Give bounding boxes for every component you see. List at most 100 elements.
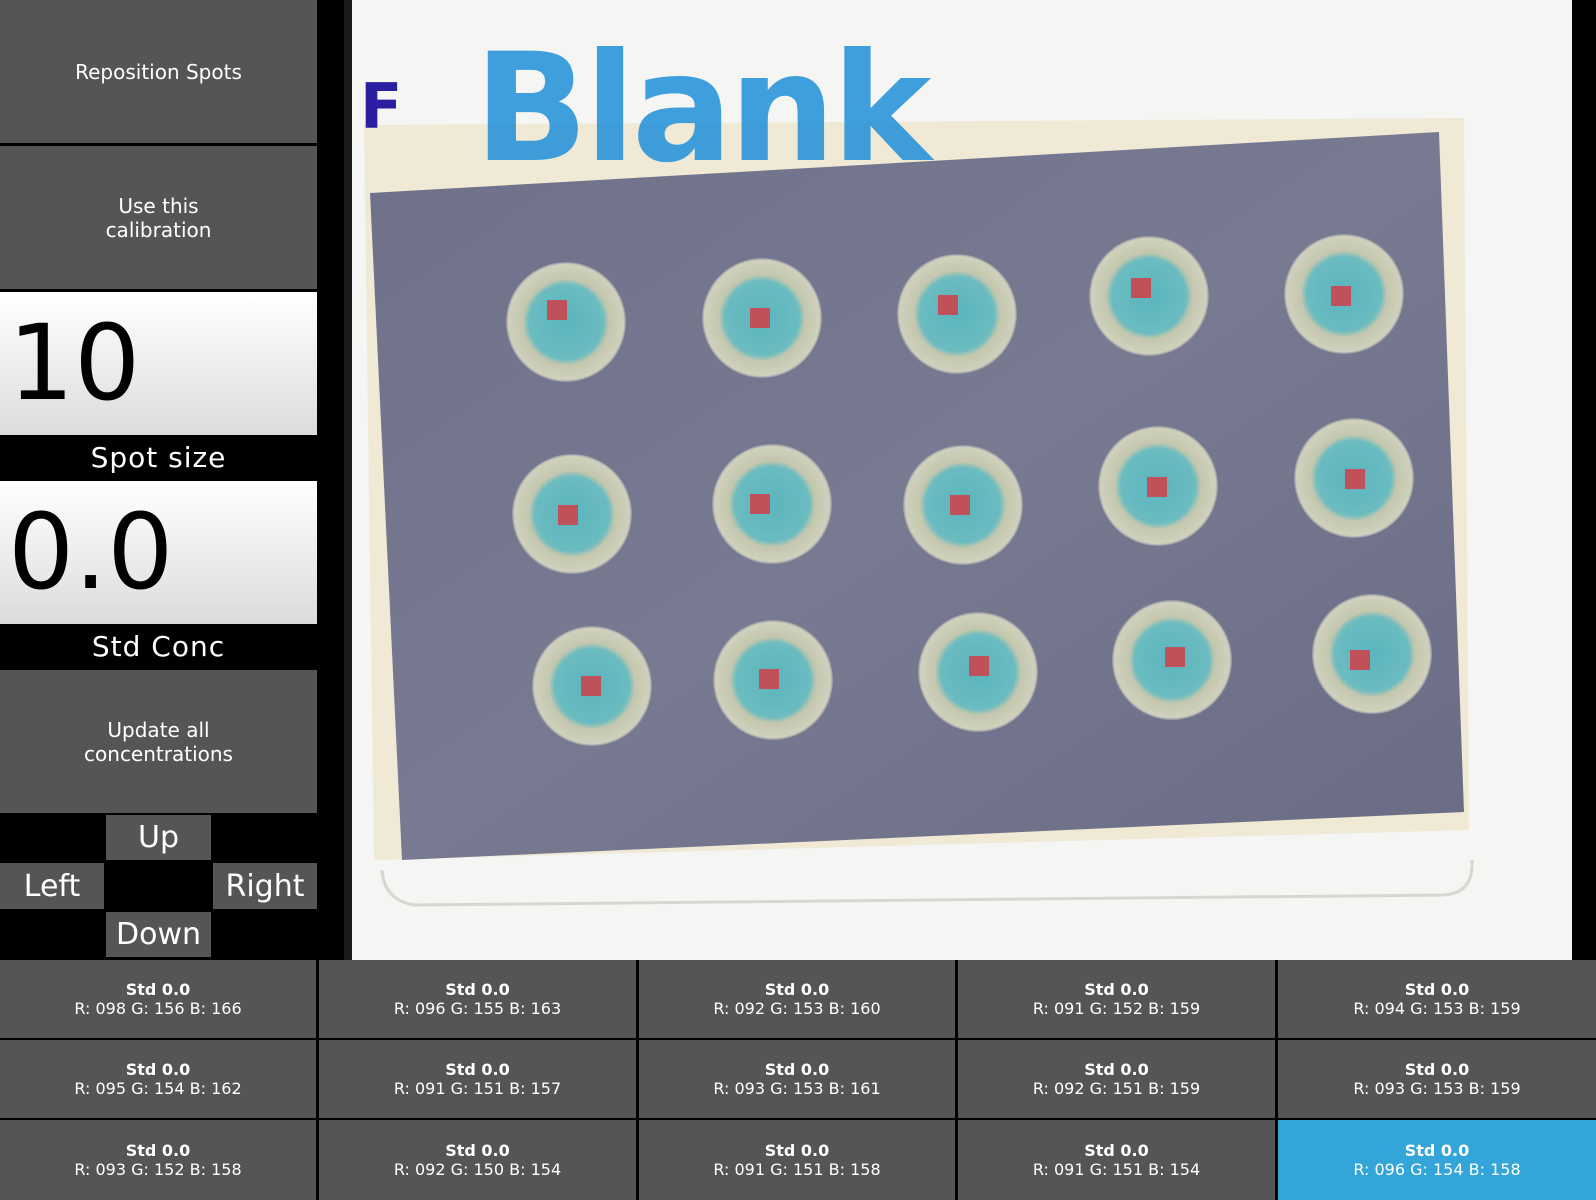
- reading-cell[interactable]: Std 0.0 R: 092 G: 150 B: 154: [319, 1120, 636, 1200]
- scan-left-edge: [344, 0, 352, 960]
- reading-rgb: R: 093 G: 153 B: 161: [713, 1079, 880, 1098]
- reading-g: G: 151: [450, 1079, 505, 1098]
- reading-r: R: 094: [1353, 999, 1406, 1018]
- scanned-test-card[interactable]: F Blank: [344, 0, 1572, 960]
- reading-g: G: 153: [770, 999, 824, 1018]
- spot-size-field[interactable]: 10: [0, 292, 317, 435]
- reading-b: B: 160: [828, 999, 881, 1018]
- sample-marker[interactable]: [938, 295, 958, 315]
- reading-b: B: 159: [1468, 1079, 1521, 1098]
- reading-rgb: R: 092 G: 150 B: 154: [394, 1160, 561, 1179]
- test-spot: [712, 444, 832, 564]
- sample-marker[interactable]: [1350, 650, 1370, 670]
- reading-rgb: R: 096 G: 154 B: 158: [1353, 1160, 1520, 1179]
- right-label: Right: [225, 868, 305, 904]
- reading-g: G: 153: [1410, 1079, 1464, 1098]
- reading-title: Std 0.0: [445, 1060, 510, 1079]
- reading-title: Std 0.0: [764, 980, 830, 999]
- std-conc-label: Std Conc: [91, 630, 226, 663]
- reading-cell[interactable]: Std 0.0 R: 093 G: 153 B: 161: [639, 1040, 955, 1118]
- std-conc-value: 0.0: [8, 491, 174, 613]
- reading-g: G: 151: [770, 1160, 824, 1179]
- reading-b: B: 158: [828, 1160, 881, 1179]
- sample-marker[interactable]: [558, 505, 578, 525]
- down-label: Down: [115, 917, 201, 952]
- down-button[interactable]: Down: [106, 912, 211, 957]
- sample-marker[interactable]: [1147, 477, 1167, 497]
- reading-title: Std 0.0: [1084, 1060, 1149, 1079]
- reading-cell[interactable]: Std 0.0 R: 091 G: 151 B: 158: [639, 1120, 955, 1200]
- reading-g: G: 152: [131, 1160, 185, 1179]
- reading-rgb: R: 098 G: 156 B: 166: [74, 999, 241, 1018]
- sample-marker[interactable]: [750, 494, 770, 514]
- reading-title: Std 0.0: [1084, 1141, 1149, 1160]
- sample-marker[interactable]: [547, 300, 567, 320]
- reading-b: B: 162: [189, 1079, 242, 1098]
- sample-marker[interactable]: [1331, 286, 1351, 306]
- reading-cell[interactable]: Std 0.0 R: 096 G: 154 B: 158: [1278, 1120, 1596, 1200]
- sample-marker[interactable]: [1165, 647, 1185, 667]
- reading-title: Std 0.0: [125, 980, 191, 999]
- reading-title: Std 0.0: [125, 1060, 191, 1079]
- left-button[interactable]: Left: [0, 863, 104, 909]
- reading-title: Std 0.0: [764, 1060, 830, 1079]
- handwriting-blank-text: Blank: [474, 22, 935, 196]
- reading-r: R: 095: [74, 1079, 127, 1098]
- reading-title: Std 0.0: [764, 1141, 830, 1160]
- update-concentrations-button[interactable]: Update all concentrations: [0, 670, 317, 813]
- test-spot: [1312, 594, 1432, 714]
- sample-marker[interactable]: [969, 656, 989, 676]
- reposition-spots-button[interactable]: Reposition Spots: [0, 0, 317, 143]
- reading-rgb: R: 091 G: 152 B: 159: [1033, 999, 1200, 1018]
- reading-r: R: 092: [713, 999, 766, 1018]
- reading-cell[interactable]: Std 0.0 R: 095 G: 154 B: 162: [0, 1040, 316, 1118]
- reading-g: G: 151: [1089, 1160, 1144, 1179]
- sample-marker[interactable]: [750, 308, 770, 328]
- reading-r: R: 092: [1032, 1079, 1085, 1098]
- reading-rgb: R: 091 G: 151 B: 157: [394, 1079, 561, 1098]
- reading-g: G: 155: [450, 999, 505, 1018]
- reading-g: G: 156: [131, 999, 185, 1018]
- reading-title: Std 0.0: [1404, 980, 1470, 999]
- reading-cell[interactable]: Std 0.0 R: 092 G: 151 B: 159: [958, 1040, 1275, 1118]
- reading-cell[interactable]: Std 0.0 R: 093 G: 153 B: 159: [1278, 1040, 1596, 1118]
- reading-cell[interactable]: Std 0.0 R: 098 G: 156 B: 166: [0, 960, 316, 1038]
- sample-marker[interactable]: [950, 495, 970, 515]
- reading-r: R: 098: [74, 999, 127, 1018]
- reading-b: B: 157: [509, 1079, 562, 1098]
- reading-rgb: R: 092 G: 151 B: 159: [1033, 1079, 1200, 1098]
- reading-cell[interactable]: Std 0.0 R: 091 G: 151 B: 157: [319, 1040, 636, 1118]
- reading-cell[interactable]: Std 0.0 R: 096 G: 155 B: 163: [319, 960, 636, 1038]
- reading-cell[interactable]: Std 0.0 R: 093 G: 152 B: 158: [0, 1120, 316, 1200]
- reading-rgb: R: 091 G: 151 B: 154: [1033, 1160, 1200, 1179]
- sample-marker[interactable]: [581, 676, 601, 696]
- up-button[interactable]: Up: [106, 815, 211, 860]
- reading-b: B: 163: [509, 999, 562, 1018]
- reading-b: B: 158: [189, 1160, 242, 1179]
- reading-g: G: 152: [1089, 999, 1144, 1018]
- reading-b: B: 158: [1468, 1160, 1521, 1179]
- update-concentrations-label: Update all concentrations: [84, 717, 233, 766]
- use-calibration-label: Use this calibration: [105, 193, 212, 242]
- reading-rgb: R: 093 G: 152 B: 158: [74, 1160, 241, 1179]
- reading-r: R: 093: [713, 1079, 766, 1098]
- right-button[interactable]: Right: [213, 863, 317, 909]
- reading-g: G: 151: [1089, 1079, 1144, 1098]
- sample-marker[interactable]: [1131, 278, 1151, 298]
- reading-b: B: 159: [1468, 999, 1521, 1018]
- reading-cell[interactable]: Std 0.0 R: 091 G: 152 B: 159: [958, 960, 1275, 1038]
- std-conc-field[interactable]: 0.0: [0, 481, 317, 624]
- reading-b: B: 154: [1148, 1160, 1201, 1179]
- sample-marker[interactable]: [759, 669, 779, 689]
- reading-r: R: 093: [74, 1160, 127, 1179]
- reading-cell[interactable]: Std 0.0 R: 091 G: 151 B: 154: [958, 1120, 1275, 1200]
- sample-marker[interactable]: [1345, 469, 1365, 489]
- use-calibration-button[interactable]: Use this calibration: [0, 146, 317, 289]
- reading-r: R: 091: [713, 1160, 766, 1179]
- reading-title: Std 0.0: [125, 1141, 191, 1160]
- reading-cell[interactable]: Std 0.0 R: 094 G: 153 B: 159: [1278, 960, 1596, 1038]
- reading-cell[interactable]: Std 0.0 R: 092 G: 153 B: 160: [639, 960, 955, 1038]
- reading-rgb: R: 091 G: 151 B: 158: [713, 1160, 880, 1179]
- reading-rgb: R: 093 G: 153 B: 159: [1353, 1079, 1520, 1098]
- reading-g: G: 150: [450, 1160, 505, 1179]
